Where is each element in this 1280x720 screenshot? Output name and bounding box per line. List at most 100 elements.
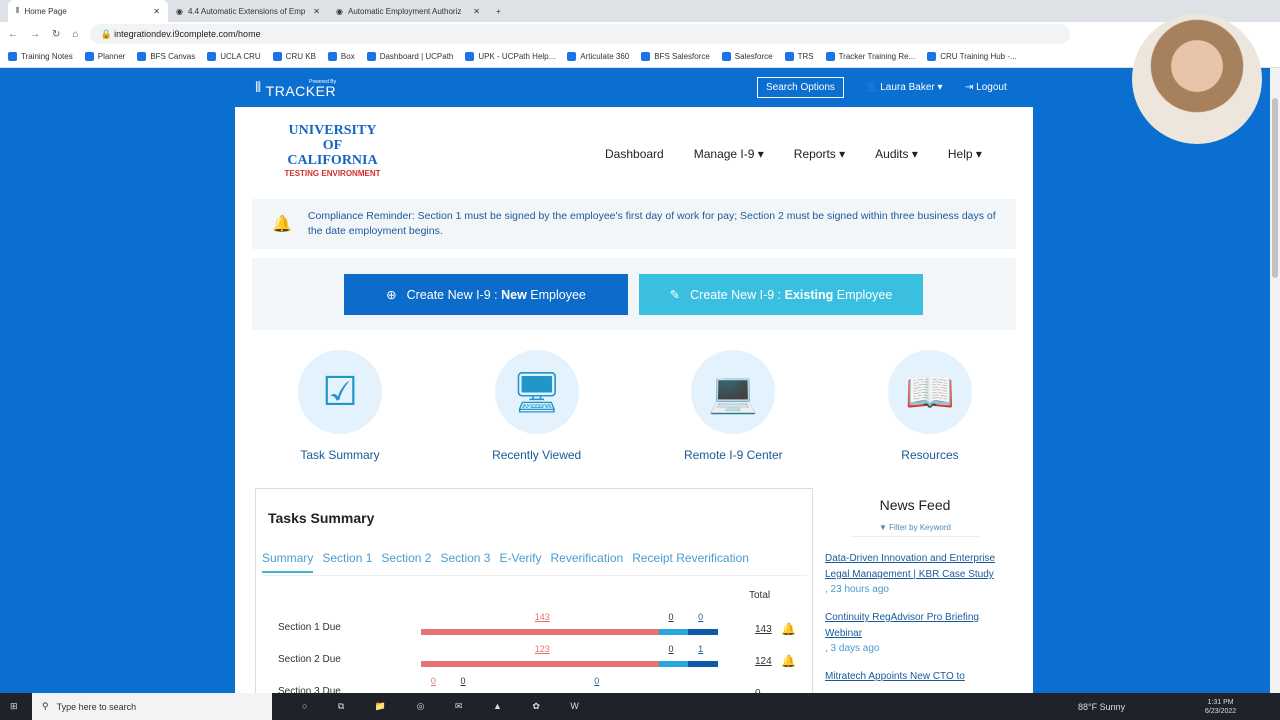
bookmark[interactable]: Salesforce [721,52,773,62]
news-link[interactable]: Mitratech Appoints New CTO to [825,669,1005,685]
create-new-employee-button[interactable]: ⊕ Create New I-9 : New Employee [344,274,628,315]
taskbar: ⊞ ⚲ Type here to search ○ ⧉ 📁 ◎ ✉ ▲ ✿ W 8… [0,693,1280,720]
search-options-button[interactable]: Search Options [757,77,844,98]
search-icon: ⚲ [42,701,49,711]
bookmark[interactable]: Planner [84,52,125,62]
nav-manage-i9[interactable]: Manage I-9 ▾ [694,147,764,161]
tile-task-summary[interactable]: ☑ Task Summary [265,350,415,462]
scrollbar[interactable] [1270,68,1280,693]
bookmark-icon [84,52,94,62]
users-monitor-icon: 🖥 [494,350,579,434]
new-tab-button[interactable]: + [488,0,518,22]
uc-logo: UNIVERSITY OF CALIFORNIA TESTING ENVIRONMEN… [284,123,381,178]
browser-tab[interactable]: ◉ Automatic Employment Authoriz ✕ [328,0,488,22]
tasks-tab[interactable]: Section 2 [381,551,431,573]
nav-dashboard[interactable]: Dashboard [605,147,664,161]
row-total[interactable]: 143 [755,624,772,635]
tasks-tab[interactable]: E-Verify [499,551,541,573]
news-link[interactable]: Data-Driven Innovation and Enterprise Le… [825,551,1005,583]
bookmark[interactable]: BFS Canvas [137,52,195,62]
bookmark[interactable]: UPK - UCPath Help... [465,52,555,62]
tasks-tab[interactable]: Reverification [551,551,624,573]
nav-reports[interactable]: Reports ▾ [794,147,845,161]
tile-recently-viewed[interactable]: 🖥 Recently Viewed [462,350,612,462]
value-overdue[interactable]: 123 [535,644,550,654]
filter-input[interactable]: ▼ Filter by Keyword [850,523,980,537]
logout-button[interactable]: ⇥ Logout [965,82,1007,93]
total-header: Total [749,590,771,601]
bookmark[interactable]: Dashboard | UCPath [366,52,453,62]
bookmark[interactable]: UCLA CRU [207,52,261,62]
url-input[interactable]: 🔒 integrationdev.i9complete.com/home [90,24,1071,44]
value-due_soon[interactable]: 0 [461,676,466,686]
value-overdue[interactable]: 0 [431,676,436,686]
edit-icon: ✎ [669,288,681,302]
weather[interactable]: 88°F Sunny [1078,702,1125,712]
news-item: Continuity RegAdvisor Pro Briefing Webin… [825,610,1005,655]
row-total[interactable]: 124 [755,656,772,667]
tasks-tab[interactable]: Section 3 [440,551,490,573]
clock[interactable]: 1:31 PM 6/23/2022 [1205,698,1236,716]
task-bar [421,661,718,667]
value-due_soon[interactable]: 0 [668,644,673,654]
task-row: Section 1 Due 143 0 0 143 🔔 [278,612,796,636]
forward-icon[interactable]: → [30,29,40,40]
taskbar-search[interactable]: ⚲ Type here to search [32,693,272,720]
bookmark-icon [272,52,282,62]
create-existing-employee-button[interactable]: ✎ Create New I-9 : Existing Employee [639,274,923,315]
value-upcoming[interactable]: 0 [698,612,703,622]
bookmark[interactable]: Tracker Training Re... [825,52,915,62]
seal-icon: ◉ [336,6,343,16]
windows-icon[interactable]: ⊞ [10,701,18,712]
reload-icon[interactable]: ↻ [52,29,60,40]
close-icon[interactable]: ✕ [473,7,480,16]
nav-audits[interactable]: Audits ▾ [875,147,918,161]
filter-icon: ▼ [879,523,887,532]
bell-icon: 🔔 [781,622,796,636]
home-icon[interactable]: ⌂ [72,29,78,40]
user-menu[interactable]: 👤 Laura Baker ▾ [865,82,943,93]
seal-icon: ◉ [176,6,183,16]
value-upcoming[interactable]: 0 [594,676,599,686]
quick-links: ☑ Task Summary 🖥 Recently Viewed 💻 Remote I… [265,350,1005,462]
tile-resources[interactable]: 📖 Resources [855,350,1005,462]
tasks-tabs: Summary Section 1 Section 2 Section 3 E-Veri… [262,551,749,573]
browser-tab[interactable]: ⦀ Home Page ✕ [8,0,168,22]
bookmark-icon [721,52,731,62]
bookmark[interactable]: BFS Salesforce [641,52,710,62]
browser-tab[interactable]: ◉ 4.4 Automatic Extensions of Emp ✕ [168,0,328,22]
bookmark-icon [366,52,376,62]
create-box: ⊕ Create New I-9 : New Employee ✎ Create N… [252,258,1016,330]
bell-icon: 🔔 [272,215,292,233]
close-icon[interactable]: ✕ [153,7,160,16]
bookmark[interactable]: Box [327,52,355,62]
value-overdue[interactable]: 143 [535,612,550,622]
taskbar-apps[interactable]: ○ ⧉ 📁 ◎ ✉ ▲ ✿ W [302,701,593,712]
bookmark-icon [641,52,651,62]
value-due_soon[interactable]: 0 [668,612,673,622]
news-link[interactable]: Continuity RegAdvisor Pro Briefing Webin… [825,610,1005,642]
tasks-tab[interactable]: Receipt Reverification [632,551,749,573]
book-icon: 📖 [887,350,972,434]
bookmark[interactable]: Articulate 360 [567,52,629,62]
bar-segment-upcoming [688,661,718,667]
bookmark[interactable]: CRU Training Hub -... [927,52,1017,62]
nav-help[interactable]: Help ▾ [948,147,982,161]
task-row: Section 2 Due 123 0 1 124 🔔 [278,644,796,668]
tasks-tab[interactable]: Section 1 [322,551,372,573]
bookmark[interactable]: CRU KB [272,52,316,62]
bookmark-icon [8,52,17,62]
task-bar [421,629,718,635]
tasks-tab[interactable]: Summary [262,551,314,573]
back-icon[interactable]: ← [8,29,18,40]
close-icon[interactable]: ✕ [313,7,320,16]
compliance-reminder: 🔔 Compliance Reminder: Section 1 must be … [252,199,1016,249]
top-bar: ⦀ Powered By TRACKER Search Options 👤 Laur… [235,68,1033,107]
tasks-title: Tasks Summary [268,510,375,526]
bookmark[interactable]: TRS [784,52,814,62]
value-upcoming[interactable]: 1 [698,644,703,654]
bookmark-icon [465,52,475,62]
tile-remote-i9[interactable]: 💻 Remote I-9 Center [658,350,808,462]
tasks-summary: Tasks Summary Summary Section 1 Section 2S… [255,488,813,699]
bookmark[interactable]: Training Notes [8,52,73,62]
